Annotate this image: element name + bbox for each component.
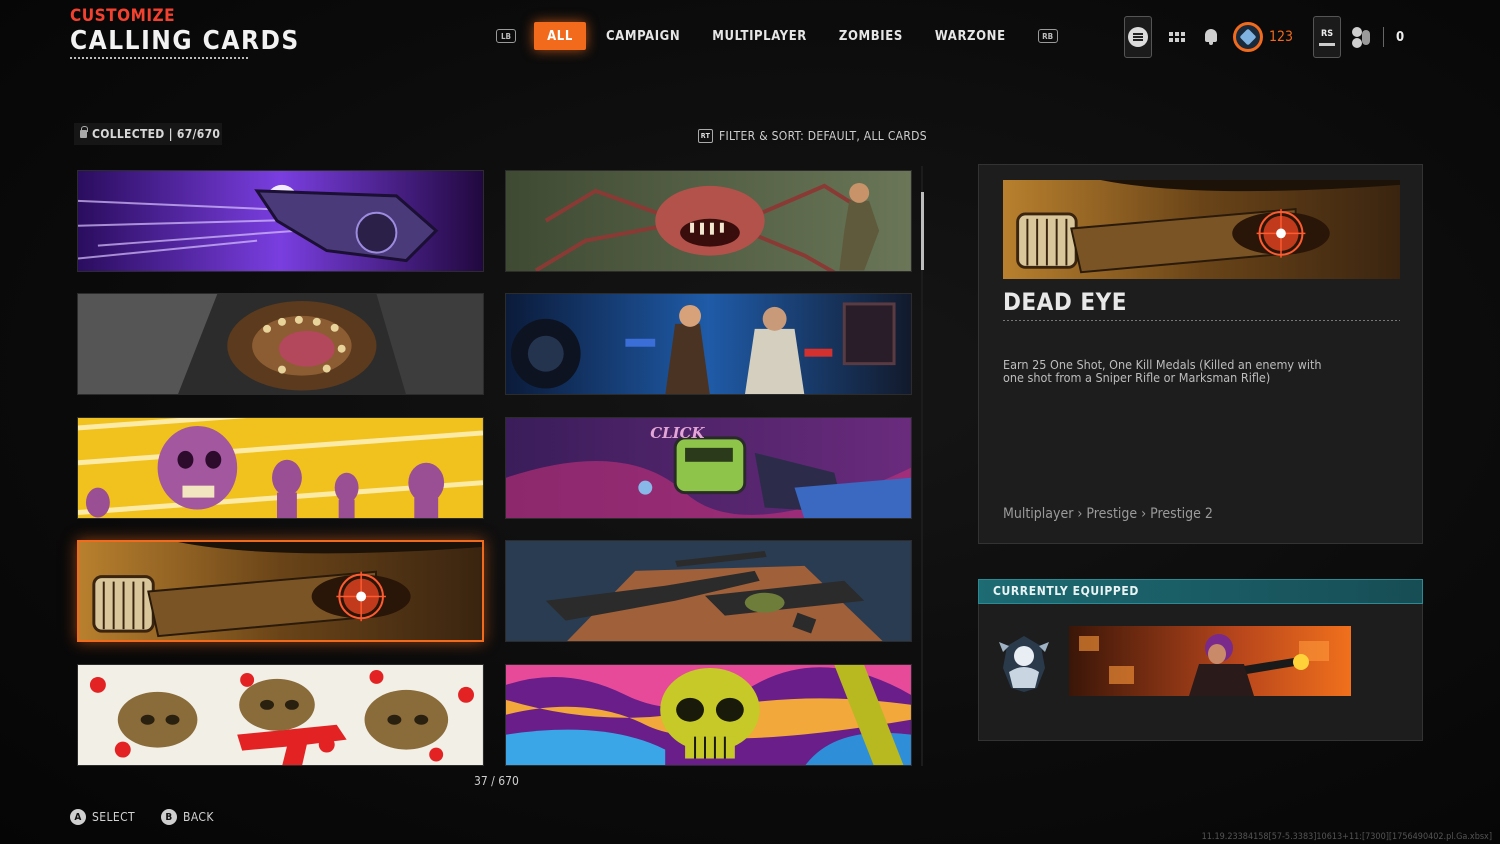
b-button-icon: B (161, 809, 178, 825)
currently-equipped-panel (978, 604, 1423, 741)
calling-card[interactable] (505, 664, 912, 766)
rank-value: 123 (1269, 29, 1294, 45)
tab-campaign[interactable]: CAMPAIGN (590, 22, 696, 50)
divider (1383, 27, 1385, 47)
calling-card[interactable] (77, 293, 484, 395)
top-status-bar: 123 RS 0 (1124, 16, 1404, 58)
rs-label: RS (1321, 28, 1334, 39)
notification-bell-icon[interactable] (1203, 28, 1219, 46)
page-title: CALLING CARDS (70, 26, 300, 56)
card-art-survivors-blue (506, 294, 911, 394)
card-art-skulls-helmets (78, 665, 483, 765)
card-art-dead-eye (79, 542, 482, 640)
detail-card-preview (1003, 180, 1400, 279)
select-prompt[interactable]: A SELECT (70, 809, 135, 825)
rs-button[interactable]: RS (1313, 16, 1342, 58)
card-art-dead-eye-large (1003, 180, 1400, 279)
category-tabs: LB ALL CAMPAIGN MULTIPLAYER ZOMBIES WARZ… (496, 22, 1058, 50)
card-name: DEAD EYE (1003, 288, 1127, 316)
calling-card[interactable] (77, 417, 484, 519)
card-description: Earn 25 One Shot, One Kill Medals (Kille… (1003, 357, 1322, 385)
scrollbar-thumb[interactable] (921, 192, 924, 270)
card-art-purple-streak (78, 171, 483, 271)
calling-card[interactable] (505, 293, 912, 395)
collected-counter: COLLECTED | 67/670 (74, 123, 222, 145)
select-label: SELECT (92, 810, 136, 824)
apps-grid-icon[interactable] (1169, 32, 1185, 42)
calling-card[interactable] (77, 170, 484, 272)
detail-panel: DEAD EYE Earn 25 One Shot, One Kill Meda… (978, 164, 1423, 544)
tab-warzone[interactable]: WARZONE (919, 22, 1022, 50)
divider (1003, 320, 1400, 321)
card-unlock-path: Multiplayer › Prestige › Prestige 2 (1003, 506, 1213, 522)
friends-count: 0 (1396, 29, 1405, 45)
card-art-spider-monster (506, 171, 911, 271)
button-prompts: A SELECT B BACK (70, 809, 240, 825)
currently-equipped-header: CURRENTLY EQUIPPED (978, 579, 1423, 604)
click-text: CLICK (650, 424, 705, 442)
card-art-zombie-horde (78, 418, 483, 518)
rt-trigger-icon: RT (698, 129, 713, 143)
calling-card[interactable] (505, 540, 912, 642)
prestige-rank-icon (1233, 22, 1263, 52)
tab-all[interactable]: ALL (534, 22, 586, 50)
back-label: BACK (183, 810, 214, 824)
card-art-monster-maw (78, 294, 483, 394)
calling-card-selected[interactable] (77, 540, 484, 642)
card-art-weapons-display (506, 541, 911, 641)
tab-zombies[interactable]: ZOMBIES (823, 22, 919, 50)
card-art-click-counter: CLICK (506, 418, 911, 518)
emblem-icon (999, 636, 1049, 692)
menu-button[interactable] (1124, 16, 1152, 58)
equipped-calling-card[interactable] (1069, 626, 1351, 696)
title-underline (70, 57, 248, 59)
calling-card[interactable] (505, 170, 912, 272)
friends-icon[interactable] (1351, 27, 1371, 47)
filter-sort-button[interactable]: RT FILTER & SORT: DEFAULT, ALL CARDS (698, 128, 927, 144)
lb-bumper-icon[interactable]: LB (496, 29, 516, 43)
build-version: 11.19.23384158[57-5.3383]10613+11:[7300]… (1201, 832, 1492, 842)
back-prompt[interactable]: B BACK (161, 809, 214, 825)
header-subtitle: CUSTOMIZE (70, 6, 176, 26)
card-position-counter: 37 / 670 (474, 774, 519, 788)
calling-card[interactable]: CLICK (505, 417, 912, 519)
card-art-gold-skull (506, 665, 911, 765)
calling-card[interactable] (77, 664, 484, 766)
a-button-icon: A (70, 809, 86, 825)
collected-label: COLLECTED | 67/670 (92, 127, 221, 141)
filter-label: FILTER & SORT: DEFAULT, ALL CARDS (719, 129, 927, 143)
tab-multiplayer[interactable]: MULTIPLAYER (696, 22, 823, 50)
lock-icon (80, 126, 88, 138)
menu-icon (1128, 27, 1148, 47)
rb-bumper-icon[interactable]: RB (1037, 29, 1058, 43)
